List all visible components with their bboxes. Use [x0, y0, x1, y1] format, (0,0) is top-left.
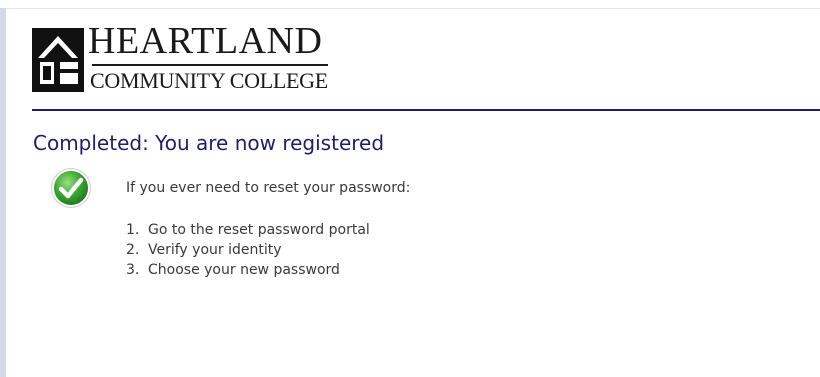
college-logo: HEARTLAND COMMUNITY COLLEGE — [32, 22, 332, 96]
step-number: 2. — [126, 242, 140, 258]
reset-steps-list: 1. Go to the reset password portal 2. Veri… — [126, 220, 370, 280]
list-item: 3. Choose your new password — [126, 260, 370, 280]
top-divider — [0, 8, 820, 9]
page: HEARTLAND COMMUNITY COLLEGE Completed: Y… — [0, 0, 820, 377]
step-text: Choose your new password — [148, 262, 340, 278]
step-text: Go to the reset password portal — [148, 222, 370, 238]
reset-intro-text: If you ever need to reset your password: — [126, 180, 411, 196]
list-item: 2. Verify your identity — [126, 240, 370, 260]
step-text: Verify your identity — [148, 242, 282, 258]
header-divider — [32, 109, 820, 111]
logo-text-line2: COMMUNITY COLLEGE — [90, 68, 328, 93]
header: HEARTLAND COMMUNITY COLLEGE — [32, 22, 820, 110]
check-circle-icon — [51, 168, 91, 208]
page-title: Completed: You are now registered — [33, 131, 385, 155]
list-item: 1. Go to the reset password portal — [126, 220, 370, 240]
step-number: 1. — [126, 222, 140, 238]
logo-divider — [92, 64, 328, 66]
step-number: 3. — [126, 262, 140, 278]
logo-text-line1: HEARTLAND — [88, 20, 323, 62]
left-rail — [0, 8, 6, 377]
logo-mark-icon — [32, 28, 84, 92]
